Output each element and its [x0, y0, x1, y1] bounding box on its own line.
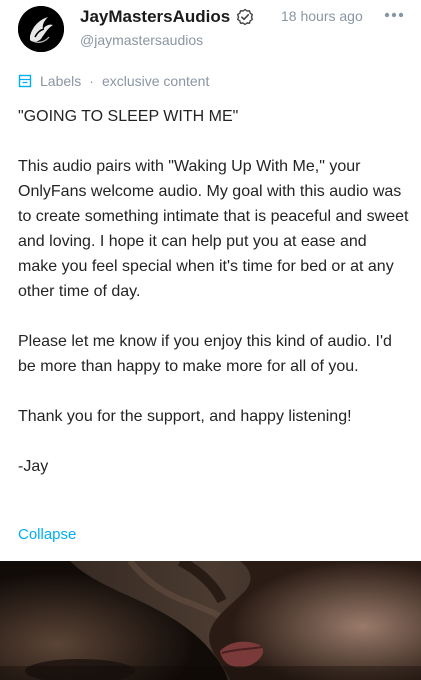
collapse-link[interactable]: Collapse — [18, 526, 76, 543]
media-photo — [0, 561, 421, 680]
more-options-icon[interactable] — [383, 8, 405, 22]
post-title: "GOING TO SLEEP WITH ME" — [18, 108, 239, 125]
post-paragraph: Thank you for the support, and happy lis… — [18, 408, 352, 425]
author-handle[interactable]: @jaymastersaudios — [80, 32, 203, 48]
verified-badge-icon — [236, 8, 254, 26]
labels-icon — [18, 74, 32, 88]
labels-link[interactable]: Labels — [40, 73, 81, 89]
avatar-logo-icon — [18, 6, 64, 52]
label-value[interactable]: exclusive content — [102, 73, 209, 89]
post-body: "GOING TO SLEEP WITH ME" This audio pair… — [18, 104, 410, 479]
author-name[interactable]: JayMastersAudios — [80, 7, 230, 27]
post-signature: -Jay — [18, 458, 49, 475]
labels-separator: · — [89, 73, 94, 89]
post-paragraph: Please let me know if you enjoy this kin… — [18, 333, 392, 375]
post-timestamp: 18 hours ago — [281, 8, 363, 24]
labels-row: Labels · exclusive content — [18, 72, 209, 90]
name-row: JayMastersAudios — [80, 6, 254, 28]
avatar[interactable] — [18, 6, 64, 52]
post-media-image[interactable] — [0, 561, 421, 680]
post-paragraph: This audio pairs with "Waking Up With Me… — [18, 158, 409, 300]
post-header: JayMastersAudios 18 hours ago @jaymaster… — [0, 0, 421, 66]
